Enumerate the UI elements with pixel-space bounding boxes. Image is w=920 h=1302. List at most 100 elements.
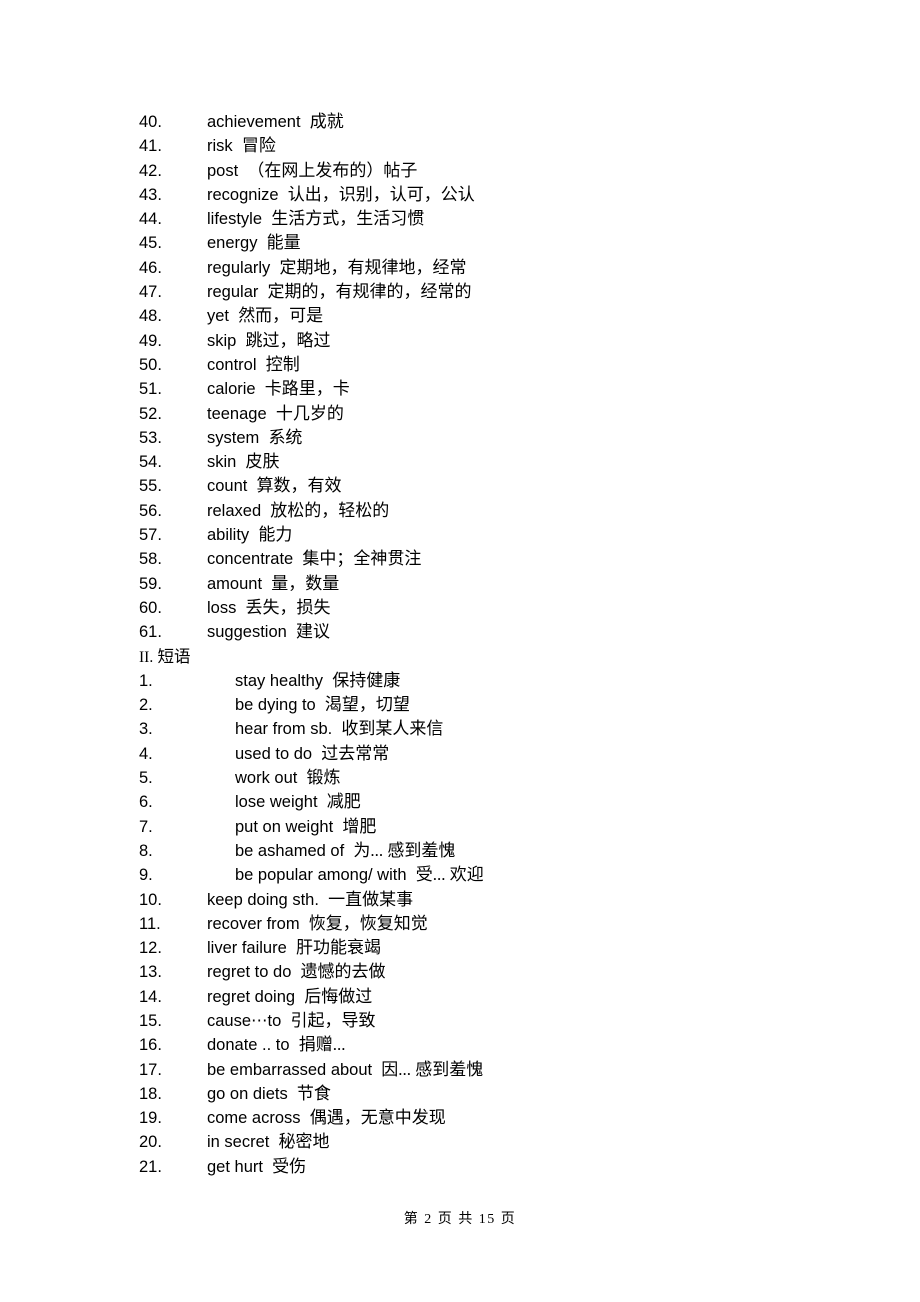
list-item: 49. skip 跳过，略过 — [139, 329, 839, 353]
list-item: 58. concentrate 集中；全神贯注 — [139, 547, 839, 571]
list-item-number: 8. — [139, 841, 153, 860]
list-item-number: 20. — [139, 1133, 162, 1152]
list-item-body: relaxed 放松的，轻松的 — [207, 499, 389, 523]
list-item-gloss-cn: 跳过，略过 — [245, 330, 331, 350]
list-item-body: keep doing sth. 一直做某事 — [207, 888, 413, 912]
list-item-body: stay healthy 保持健康 — [235, 669, 400, 693]
list-item-gloss-cn: 保持健康 — [332, 670, 401, 690]
list-item-body: hear from sb. 收到某人来信 — [235, 717, 443, 741]
list-item-number: 3. — [139, 720, 153, 739]
list-item: 50. control 控制 — [139, 353, 839, 377]
list-item-body: concentrate 集中；全神贯注 — [207, 547, 421, 571]
list-item-body: regret doing 后悔做过 — [207, 985, 372, 1009]
list-item-gloss-cn: 量，数量 — [271, 573, 340, 593]
list-item: 54. skin 皮肤 — [139, 450, 839, 474]
list-item: 9. be popular among/ with 受... 欢迎 — [139, 863, 839, 887]
list-item-number: 14. — [139, 987, 162, 1006]
list-item-gloss-cn: 能量 — [266, 233, 301, 253]
list-item-term-en: recover from — [207, 914, 300, 933]
list-item-number: 48. — [139, 307, 162, 326]
list-item: 6. lose weight 减肥 — [139, 790, 839, 814]
list-item-number: 15. — [139, 1011, 162, 1030]
list-item-term-en: work out — [235, 769, 298, 788]
list-item-gloss-cn: 丢失，损失 — [245, 597, 331, 617]
list-item-gloss-cn: 生活方式，生活习惯 — [271, 209, 425, 229]
list-item-number: 7. — [139, 817, 153, 836]
list-item: 18. go on diets 节食 — [139, 1082, 839, 1106]
list-item-gloss-cn: 收到某人来信 — [341, 719, 444, 739]
list-item-number: 10. — [139, 890, 162, 909]
list-item-body: risk 冒险 — [207, 134, 276, 158]
list-item-body: post （在网上发布的）帖子 — [207, 159, 417, 183]
section-heading-number: II. — [139, 648, 154, 666]
list-item-number: 16. — [139, 1036, 162, 1055]
list-item-term-en: keep doing sth. — [207, 890, 319, 909]
list-item-body: donate .. to 捐赠... — [207, 1033, 346, 1057]
list-item: 60. loss 丢失，损失 — [139, 596, 839, 620]
list-item-term-en: lose weight — [235, 793, 318, 812]
list-item: 10. keep doing sth. 一直做某事 — [139, 888, 839, 912]
list-item-term-en: come across — [207, 1109, 301, 1128]
list-item: 4. used to do 过去常常 — [139, 742, 839, 766]
list-item-term-en: put on weight — [235, 817, 334, 836]
list-item-body: regularly 定期地，有规律地，经常 — [207, 256, 466, 280]
list-item-term-en: relaxed — [207, 501, 262, 520]
list-item-term-en: donate .. to — [207, 1036, 290, 1055]
list-item-term-en: achievement — [207, 113, 301, 131]
list-item-body: achievement 成就 — [207, 110, 344, 134]
list-item-body: used to do 过去常常 — [235, 742, 389, 766]
list-item-number: 41. — [139, 137, 162, 156]
list-item-body: lifestyle 生活方式，生活习惯 — [207, 207, 424, 231]
list-item-number: 21. — [139, 1157, 162, 1176]
list-item: 16. donate .. to 捐赠... — [139, 1033, 839, 1057]
list-item-term-en: be ashamed of — [235, 841, 345, 860]
list-item-term-en: stay healthy — [235, 671, 324, 690]
list-item-gloss-cn: 定期地，有规律地，经常 — [279, 257, 467, 277]
list-item-term-en: calorie — [207, 380, 256, 399]
section-heading-phrases: II. 短语 — [139, 645, 839, 669]
list-item-gloss-cn: （在网上发布的）帖子 — [247, 160, 418, 180]
list-item-term-en: liver failure — [207, 939, 287, 958]
list-item-body: cause⋯to 引起，导致 — [207, 1009, 375, 1033]
list-item-term-en: be popular among/ with — [235, 866, 407, 885]
list-item-number: 18. — [139, 1084, 162, 1103]
list-item: 17. be embarrassed about 因... 感到羞愧 — [139, 1058, 839, 1082]
list-item-body: regular 定期的，有规律的，经常的 — [207, 280, 472, 304]
list-item: 20. in secret 秘密地 — [139, 1130, 839, 1154]
list-item-body: go on diets 节食 — [207, 1082, 331, 1106]
list-item: 7. put on weight 增肥 — [139, 815, 839, 839]
list-item-body: regret to do 遗憾的去做 — [207, 960, 386, 984]
list-item: 44. lifestyle 生活方式，生活习惯 — [139, 207, 839, 231]
list-item: 42. post （在网上发布的）帖子 — [139, 159, 839, 183]
list-item-term-en: lifestyle — [207, 210, 263, 229]
list-item-gloss-cn: 锻炼 — [306, 768, 341, 788]
list-item-gloss-cn: 成就 — [309, 112, 344, 131]
list-item-term-en: control — [207, 355, 257, 374]
list-item-gloss-cn: 肝功能衰竭 — [295, 938, 381, 958]
list-item-body: amount 量，数量 — [207, 572, 339, 596]
list-item-term-en: regret to do — [207, 963, 292, 982]
list-item-gloss-cn: 过去常常 — [321, 743, 390, 763]
list-item: 15. cause⋯to 引起，导致 — [139, 1009, 839, 1033]
list-item-number: 6. — [139, 793, 153, 812]
list-item: 48. yet 然而，可是 — [139, 304, 839, 328]
list-item-term-en: post — [207, 161, 239, 180]
list-item-term-en: be embarrassed about — [207, 1060, 373, 1079]
list-item: 46. regularly 定期地，有规律地，经常 — [139, 256, 839, 280]
list-item-gloss-cn: 算数，有效 — [256, 476, 342, 496]
list-item-gloss-cn: 增肥 — [342, 816, 377, 836]
list-item: 13. regret to do 遗憾的去做 — [139, 960, 839, 984]
list-item-gloss-cn: 减肥 — [326, 792, 361, 812]
list-item-term-en: used to do — [235, 744, 313, 763]
list-item-number: 43. — [139, 185, 162, 204]
list-item-body: loss 丢失，损失 — [207, 596, 331, 620]
list-item-term-en: amount — [207, 574, 263, 593]
list-item-body: in secret 秘密地 — [207, 1130, 330, 1154]
list-item-gloss-cn: 集中；全神贯注 — [302, 549, 422, 569]
list-item-gloss-cn: 为... 感到羞愧 — [353, 840, 456, 860]
list-item-term-en: suggestion — [207, 623, 287, 642]
list-item-gloss-cn: 能力 — [258, 525, 293, 545]
list-item-gloss-cn: 因... 感到羞愧 — [381, 1059, 484, 1079]
list-item: 53. system 系统 — [139, 426, 839, 450]
list-item-number: 57. — [139, 526, 162, 545]
